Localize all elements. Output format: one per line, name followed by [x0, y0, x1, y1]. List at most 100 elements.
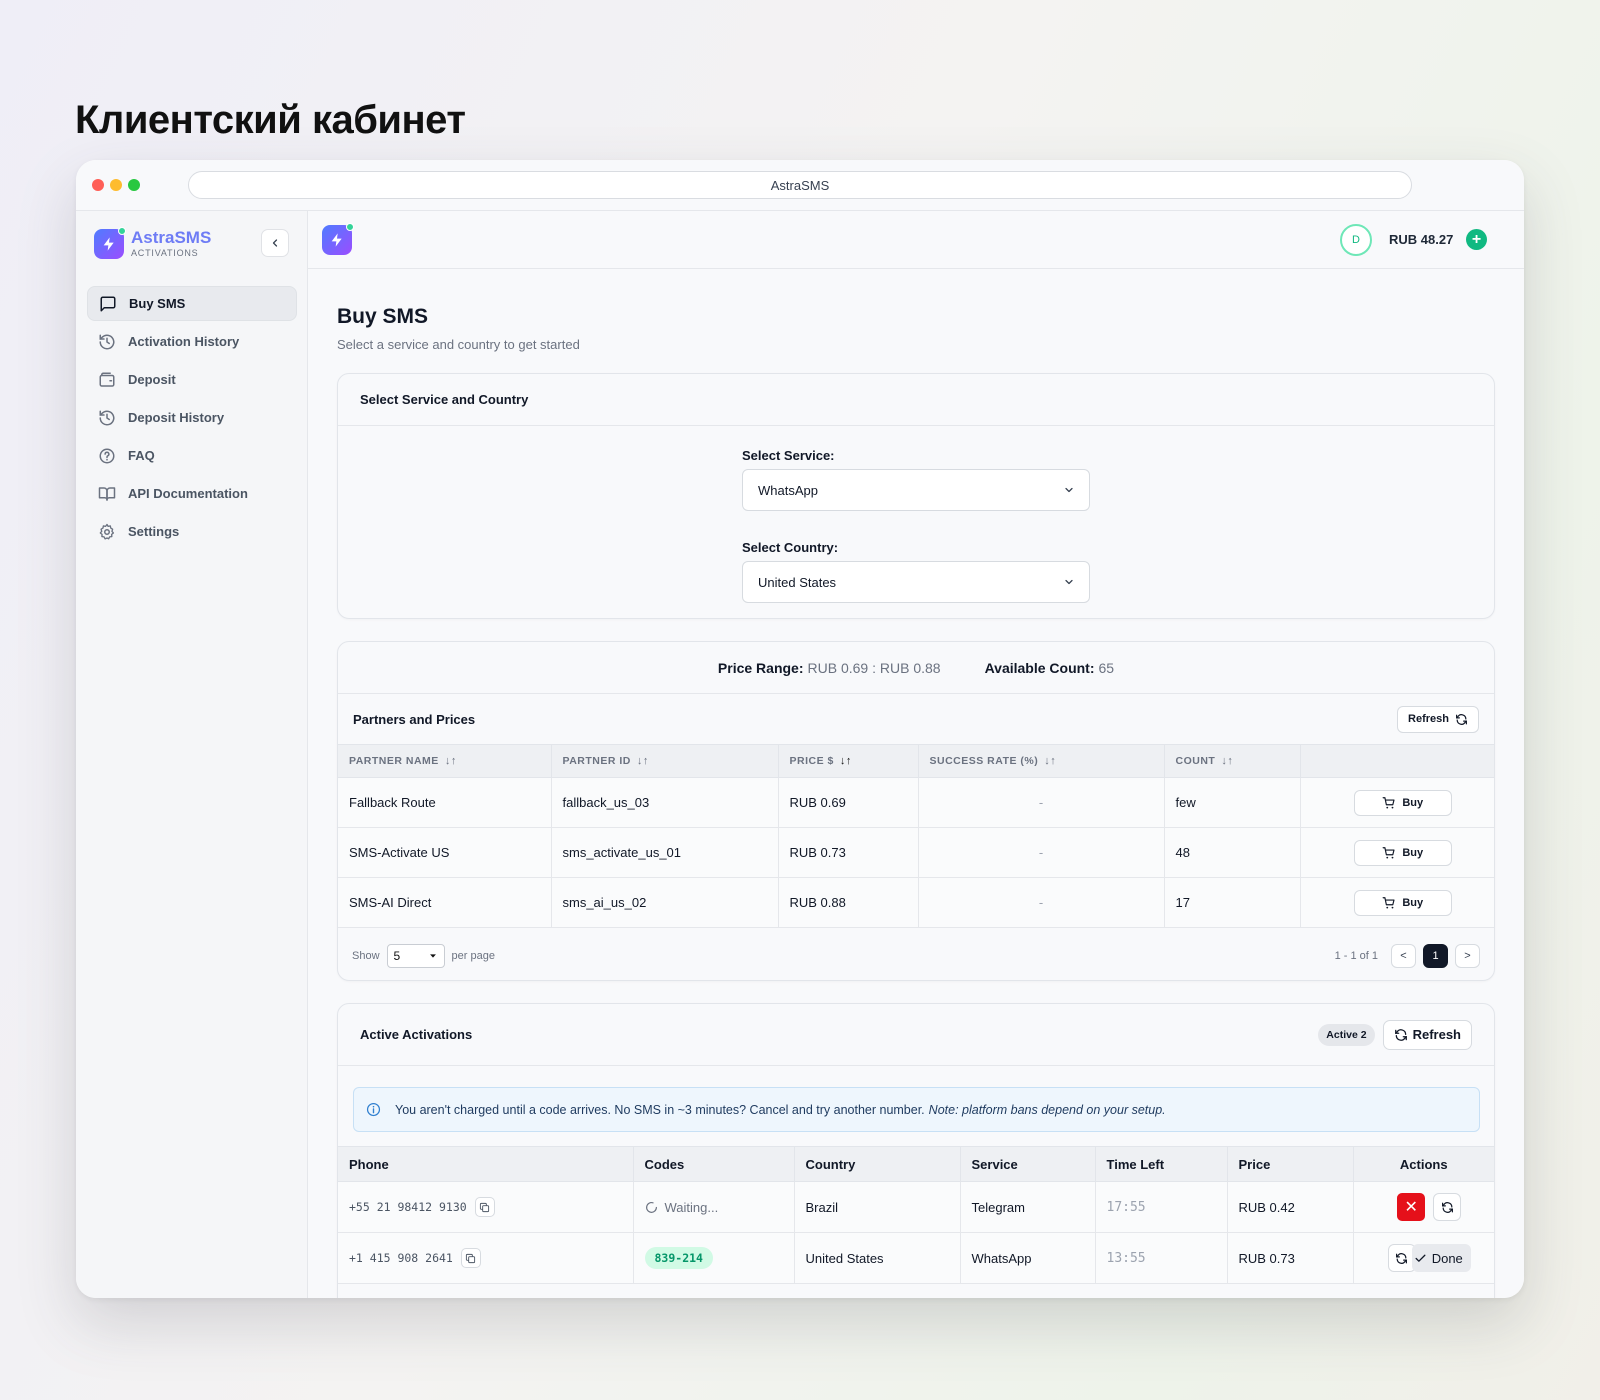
buy-button[interactable]: Buy [1353, 889, 1452, 916]
received-code[interactable]: 839-214 [644, 1247, 713, 1269]
sort-icon: ↓↑ [444, 755, 457, 767]
partner-name: SMS-AI Direct [338, 877, 552, 928]
maximize-window-dot[interactable] [128, 179, 140, 191]
column-header-price[interactable]: PRICE $ ↓↑ [778, 744, 919, 778]
prev-page-button[interactable]: < [1391, 943, 1416, 968]
history-icon [99, 410, 115, 425]
column-header-phone: Phone [338, 1146, 634, 1182]
sidebar-item-label: FAQ [128, 448, 155, 463]
table-row: Fallback Route fallback_us_03 RUB 0.69 -… [338, 777, 1494, 828]
sidebar-item-label: Activation History [128, 334, 240, 349]
status-badge: Active 2 [1318, 1023, 1375, 1046]
top-bar-logo[interactable] [322, 223, 354, 255]
sidebar-item-deposit-history[interactable]: Deposit History [87, 400, 297, 435]
buy-button[interactable]: Buy [1353, 839, 1452, 866]
minimize-window-dot[interactable] [110, 179, 122, 191]
partner-count: few [1164, 777, 1301, 828]
title-bar: AstraSMS [76, 160, 1524, 211]
column-header-country: Country [794, 1146, 961, 1182]
sort-icon: ↓↑ [839, 755, 852, 767]
partner-id: sms_ai_us_02 [551, 877, 779, 928]
partners-title: Partners and Prices [353, 711, 476, 727]
partner-count: 17 [1164, 877, 1301, 928]
service-select[interactable]: WhatsApp [742, 469, 1090, 511]
check-icon [1415, 1254, 1426, 1262]
copy-icon [480, 1202, 490, 1212]
column-header-partner-id[interactable]: PARTNER ID ↓↑ [551, 744, 779, 778]
column-header-partner-name[interactable]: PARTNER NAME ↓↑ [338, 744, 552, 778]
country-select[interactable]: United States [742, 561, 1090, 603]
sidebar-item-label: Settings [128, 524, 180, 539]
message-square-icon [100, 296, 116, 311]
sidebar-item-deposit[interactable]: Deposit [87, 362, 297, 397]
alert-note: Note: platform bans depend on your setup… [928, 1102, 1166, 1117]
done-button[interactable]: Done [1411, 1244, 1471, 1272]
lightning-icon [103, 237, 114, 251]
page-1-button[interactable]: 1 [1423, 943, 1448, 968]
partner-name: Fallback Route [338, 777, 552, 828]
sidebar-item-buy-sms[interactable]: Buy SMS [87, 286, 297, 321]
alert-text: You aren't charged until a code arrives.… [395, 1102, 925, 1117]
activation-service: WhatsApp [960, 1232, 1096, 1284]
buy-button[interactable]: Buy [1353, 789, 1452, 816]
available-count-value: 65 [1098, 659, 1115, 676]
add-funds-button[interactable]: + [1466, 229, 1487, 250]
help-circle-icon [99, 448, 115, 463]
cancel-activation-button[interactable]: ✕ [1397, 1193, 1426, 1221]
partner-id: sms_activate_us_01 [551, 827, 779, 878]
per-page-select[interactable]: 5 [386, 943, 445, 968]
column-header-count[interactable]: COUNT ↓↑ [1164, 744, 1301, 778]
sidebar-item-settings[interactable]: Settings [87, 514, 297, 549]
column-header-time-left: Time Left [1095, 1146, 1228, 1182]
info-alert: You aren't charged until a code arrives.… [353, 1087, 1480, 1132]
activations-refresh-button[interactable]: Refresh [1382, 1019, 1472, 1050]
avatar[interactable]: D [1340, 224, 1372, 256]
column-header-actions: Actions [1353, 1146, 1494, 1182]
collapse-sidebar-button[interactable] [261, 229, 289, 257]
browser-window: AstraSMS AstraSMS ACTIVATIONS Buy SMS Ac… [76, 160, 1524, 1298]
next-page-button[interactable]: > [1455, 943, 1480, 968]
copy-icon [466, 1253, 476, 1263]
main-area: D RUB 48.27 + Buy SMS Select a service a… [308, 211, 1524, 1298]
refresh-icon [1456, 713, 1467, 725]
column-header-codes: Codes [633, 1146, 795, 1182]
activation-price: RUB 0.73 [1227, 1232, 1354, 1284]
activation-country: United States [794, 1232, 961, 1284]
partner-success-rate: - [918, 877, 1165, 928]
page-heading: Клиентский кабинет [75, 98, 466, 142]
brand[interactable]: AstraSMS ACTIVATIONS [94, 227, 211, 259]
sort-icon: ↓↑ [1044, 755, 1057, 767]
top-bar: D RUB 48.27 + [308, 211, 1524, 269]
partners-refresh-button[interactable]: Refresh [1397, 705, 1479, 733]
column-header-success-rate[interactable]: SUCCESS RATE (%) ↓↑ [918, 744, 1165, 778]
partners-card: Price Range: RUB 0.69 : RUB 0.88 Availab… [337, 641, 1495, 981]
activation-country: Brazil [794, 1181, 961, 1233]
refresh-icon [1394, 1028, 1407, 1041]
history-icon [99, 334, 115, 349]
price-range-label: Price Range: [717, 659, 804, 676]
refresh-label: Refresh [1408, 713, 1449, 725]
refresh-icon [1441, 1201, 1453, 1213]
chevron-down-icon [1065, 487, 1073, 493]
price-range-value: RUB 0.69 : RUB 0.88 [807, 659, 941, 676]
close-window-dot[interactable] [92, 179, 104, 191]
per-page-label: per page [451, 949, 495, 962]
address-bar[interactable]: AstraSMS [188, 171, 1412, 199]
sidebar-item-faq[interactable]: FAQ [87, 438, 297, 473]
sidebar-item-api-documentation[interactable]: API Documentation [87, 476, 297, 511]
sidebar: AstraSMS ACTIVATIONS Buy SMS Activation … [76, 211, 308, 1298]
retry-button[interactable] [1433, 1193, 1462, 1221]
partners-table: PARTNER NAME ↓↑ PARTNER ID ↓↑ PRICE $ ↓↑ SU… [338, 744, 1494, 928]
sidebar-item-activation-history[interactable]: Activation History [87, 324, 297, 359]
cart-icon [1382, 796, 1395, 809]
book-open-icon [98, 486, 116, 501]
show-label: Show [352, 949, 380, 962]
time-left: 13:55 [1095, 1232, 1228, 1284]
copy-phone-button[interactable] [460, 1248, 481, 1268]
service-country-card: Select Service and Country Select Servic… [337, 373, 1495, 619]
refresh-icon [1396, 1252, 1408, 1264]
sidebar-item-label: Deposit History [128, 410, 225, 425]
copy-phone-button[interactable] [474, 1197, 495, 1217]
time-left: 17:55 [1095, 1181, 1228, 1233]
card-title: Select Service and Country [338, 374, 1494, 426]
